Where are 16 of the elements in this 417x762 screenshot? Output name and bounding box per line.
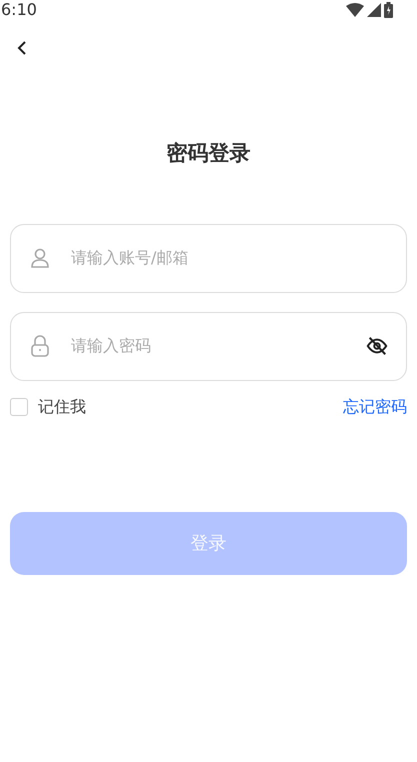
page-title: 密码登录 (166, 140, 250, 167)
user-icon (31, 248, 49, 268)
account-field[interactable]: 请输入账号/邮箱 (10, 224, 407, 292)
back-icon[interactable] (16, 40, 28, 56)
eye-off-icon[interactable] (366, 335, 388, 357)
status-time: 6:10 (1, 2, 37, 18)
forgot-password-link[interactable]: 忘记密码 (343, 394, 407, 418)
signal-icon (367, 3, 381, 17)
lock-icon (31, 335, 49, 357)
remember-label: 记住我 (38, 396, 86, 418)
password-input[interactable]: 请输入密码 (71, 334, 344, 358)
password-field[interactable]: 请输入密码 (10, 312, 407, 380)
battery-icon (384, 2, 393, 18)
account-input[interactable]: 请输入账号/邮箱 (71, 246, 388, 270)
wifi-icon (346, 3, 364, 17)
remember-checkbox[interactable] (10, 398, 28, 416)
